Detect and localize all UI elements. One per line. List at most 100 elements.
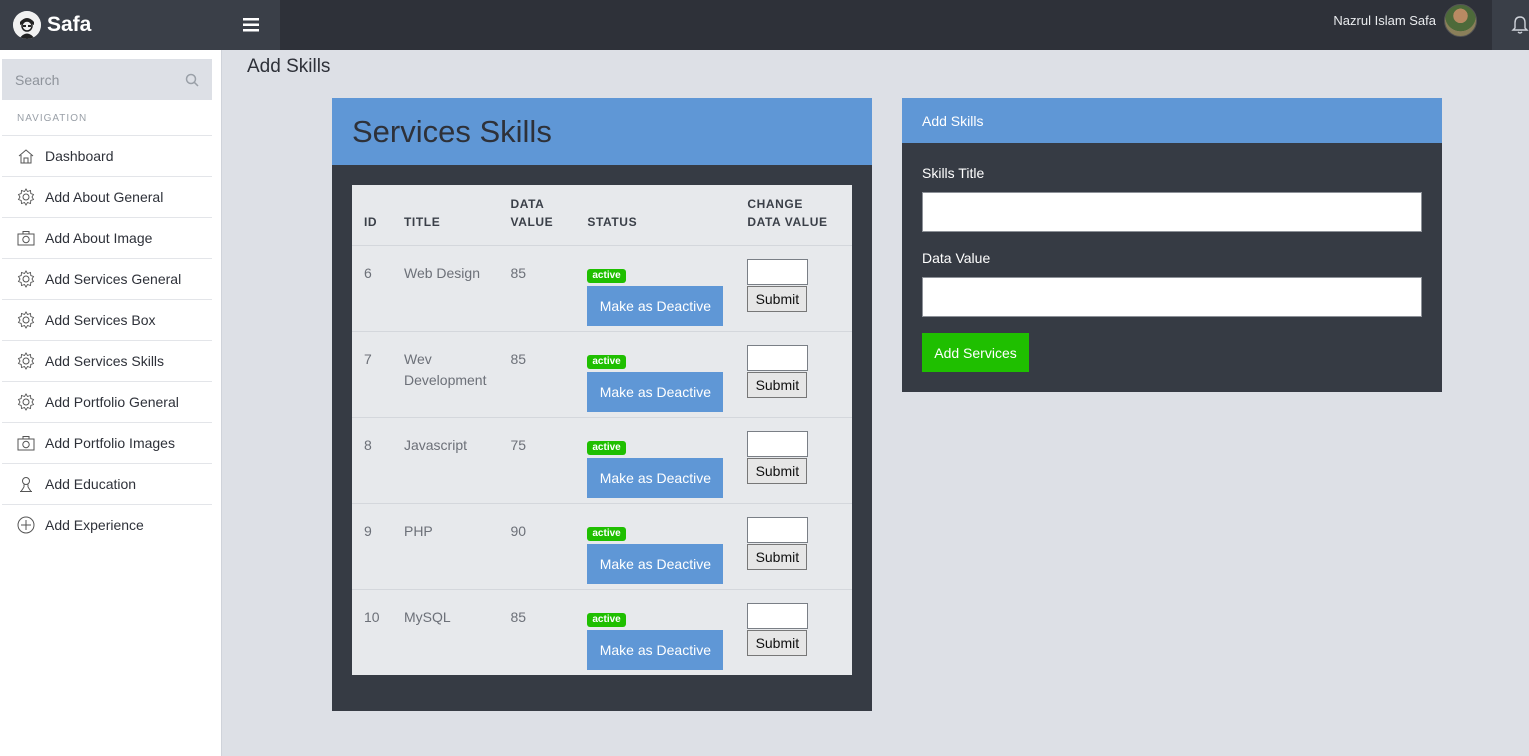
make-deactive-button[interactable]: Make as Deactive — [587, 457, 724, 498]
search-input[interactable]: Search — [15, 72, 185, 88]
notifications-button[interactable] — [1492, 0, 1529, 50]
column-header-title: TITLE — [403, 214, 441, 229]
submit-button[interactable]: Submit — [747, 285, 808, 312]
cell-change-value: Submit — [735, 588, 852, 675]
sidebar-item-add-education[interactable]: Add Education — [2, 463, 212, 504]
sidebar-item-label: Add Education — [45, 476, 137, 492]
cell-value: 85 — [498, 244, 576, 331]
cell-value: 90 — [498, 502, 576, 589]
skills-title-label: Skills Title — [922, 165, 985, 181]
status-badge: active — [587, 354, 626, 369]
cell-change-value: Submit — [735, 416, 852, 503]
cell-title: Javascript — [391, 416, 499, 503]
table-row: 10 MySQL 85 active Make as Deactive Subm… — [352, 588, 852, 675]
sidebar-item-label: Add About Image — [45, 230, 153, 246]
cell-id: 9 — [352, 502, 392, 589]
gear-icon — [17, 352, 35, 370]
column-header-status: STATUS — [587, 214, 638, 229]
sidebar-item-add-portfolio-general[interactable]: Add Portfolio General — [2, 381, 212, 422]
data-value-label: Data Value — [922, 250, 991, 266]
change-value-input[interactable] — [747, 344, 809, 371]
data-value-field[interactable] — [922, 277, 1422, 317]
sidebar-item-add-services-skills[interactable]: Add Services Skills — [2, 340, 212, 381]
user-menu[interactable]: Nazrul Islam Safa — [1333, 0, 1477, 40]
table-row: 8 Javascript 75 active Make as Deactive … — [352, 416, 852, 503]
add-services-button[interactable]: Add Services — [922, 333, 1029, 372]
cell-status: active Make as Deactive — [575, 416, 736, 503]
sidebar-item-label: Dashboard — [45, 148, 114, 164]
menu-toggle-button[interactable] — [222, 0, 280, 50]
change-value-input[interactable] — [747, 258, 809, 285]
cell-id: 6 — [352, 244, 392, 331]
user-name: Nazrul Islam Safa — [1333, 12, 1436, 28]
skills-table-wrap: ID TITLE DATA VALUE STATUS CHANGE DATA V… — [352, 185, 852, 675]
skills-title-field[interactable] — [922, 192, 1422, 232]
status-badge: active — [587, 526, 626, 541]
submit-button[interactable]: Submit — [747, 371, 808, 398]
make-deactive-button[interactable]: Make as Deactive — [587, 371, 724, 412]
home-icon — [17, 147, 35, 165]
sidebar-item-add-services-general[interactable]: Add Services General — [2, 258, 212, 299]
make-deactive-button[interactable]: Make as Deactive — [587, 629, 724, 670]
change-value-input[interactable] — [747, 430, 809, 457]
form-title: Add Skills — [922, 112, 984, 129]
sidebar-item-add-about-image[interactable]: Add About Image — [2, 217, 212, 258]
table-row: 7 Wev Development 85 active Make as Deac… — [352, 330, 852, 417]
change-value-input[interactable] — [747, 602, 809, 629]
form-header: Add Skills — [902, 98, 1442, 143]
avatar — [1444, 3, 1477, 37]
submit-button[interactable]: Submit — [747, 457, 808, 484]
cell-id: 10 — [352, 588, 392, 675]
gear-icon — [17, 311, 35, 329]
cell-change-value: Submit — [735, 244, 852, 331]
sidebar-item-label: Add Portfolio General — [45, 394, 179, 410]
sidebar-item-label: Add Services Skills — [45, 353, 165, 369]
cell-value: 85 — [498, 588, 576, 675]
brand[interactable]: Safa — [0, 0, 222, 50]
sidebar-item-add-experience[interactable]: Add Experience — [2, 504, 212, 545]
table-row: 9 PHP 90 active Make as Deactive Submit — [352, 502, 852, 589]
submit-button[interactable]: Submit — [747, 629, 808, 656]
column-header-data-value: DATA VALUE — [510, 196, 554, 229]
bell-icon — [1511, 16, 1529, 34]
sidebar: Search NAVIGATION Dashboard Add About Ge… — [0, 50, 222, 756]
sidebar-item-label: Add Portfolio Images — [45, 435, 175, 451]
search-box[interactable]: Search — [2, 59, 212, 100]
cell-title: Web Design — [391, 244, 499, 331]
cell-title: PHP — [391, 502, 499, 589]
services-skills-panel: Services Skills ID TITLE DATA VALUE STAT… — [332, 98, 872, 711]
cell-id: 7 — [352, 330, 392, 417]
panel-title: Services Skills — [352, 113, 552, 149]
submit-button[interactable]: Submit — [747, 543, 808, 570]
sidebar-item-add-services-box[interactable]: Add Services Box — [2, 299, 212, 340]
sidebar-item-add-portfolio-images[interactable]: Add Portfolio Images — [2, 422, 212, 463]
camera-icon — [17, 229, 35, 247]
skills-table: ID TITLE DATA VALUE STATUS CHANGE DATA V… — [352, 185, 852, 675]
page-title: Add Skills — [247, 56, 331, 77]
sidebar-item-dashboard[interactable]: Dashboard — [2, 135, 212, 176]
gear-icon — [17, 393, 35, 411]
cell-id: 8 — [352, 416, 392, 503]
change-value-input[interactable] — [747, 516, 809, 543]
make-deactive-button[interactable]: Make as Deactive — [587, 543, 724, 584]
cell-status: active Make as Deactive — [575, 502, 736, 589]
status-badge: active — [587, 440, 626, 455]
brand-name: Safa — [47, 13, 92, 36]
sidebar-item-add-about-general[interactable]: Add About General — [2, 176, 212, 217]
make-deactive-button[interactable]: Make as Deactive — [587, 285, 724, 326]
column-header-id: ID — [364, 214, 378, 229]
gear-icon — [17, 188, 35, 206]
hamburger-icon — [243, 18, 259, 32]
add-skills-form-panel: Add Skills Skills Title Data Value Add S… — [902, 98, 1442, 392]
sidebar-item-label: Add Services General — [45, 271, 182, 287]
brand-logo-icon — [13, 11, 41, 39]
cell-status: active Make as Deactive — [575, 588, 736, 675]
status-badge: active — [587, 612, 626, 627]
status-badge: active — [587, 268, 626, 283]
gear-icon — [17, 270, 35, 288]
panel-header: Services Skills — [332, 98, 872, 165]
table-row: 6 Web Design 85 active Make as Deactive … — [352, 244, 852, 331]
sidebar-nav: Dashboard Add About General Add About Im… — [2, 135, 212, 545]
cell-title: MySQL — [391, 588, 499, 675]
column-header-change-data-value: CHANGE DATA VALUE — [747, 196, 828, 229]
